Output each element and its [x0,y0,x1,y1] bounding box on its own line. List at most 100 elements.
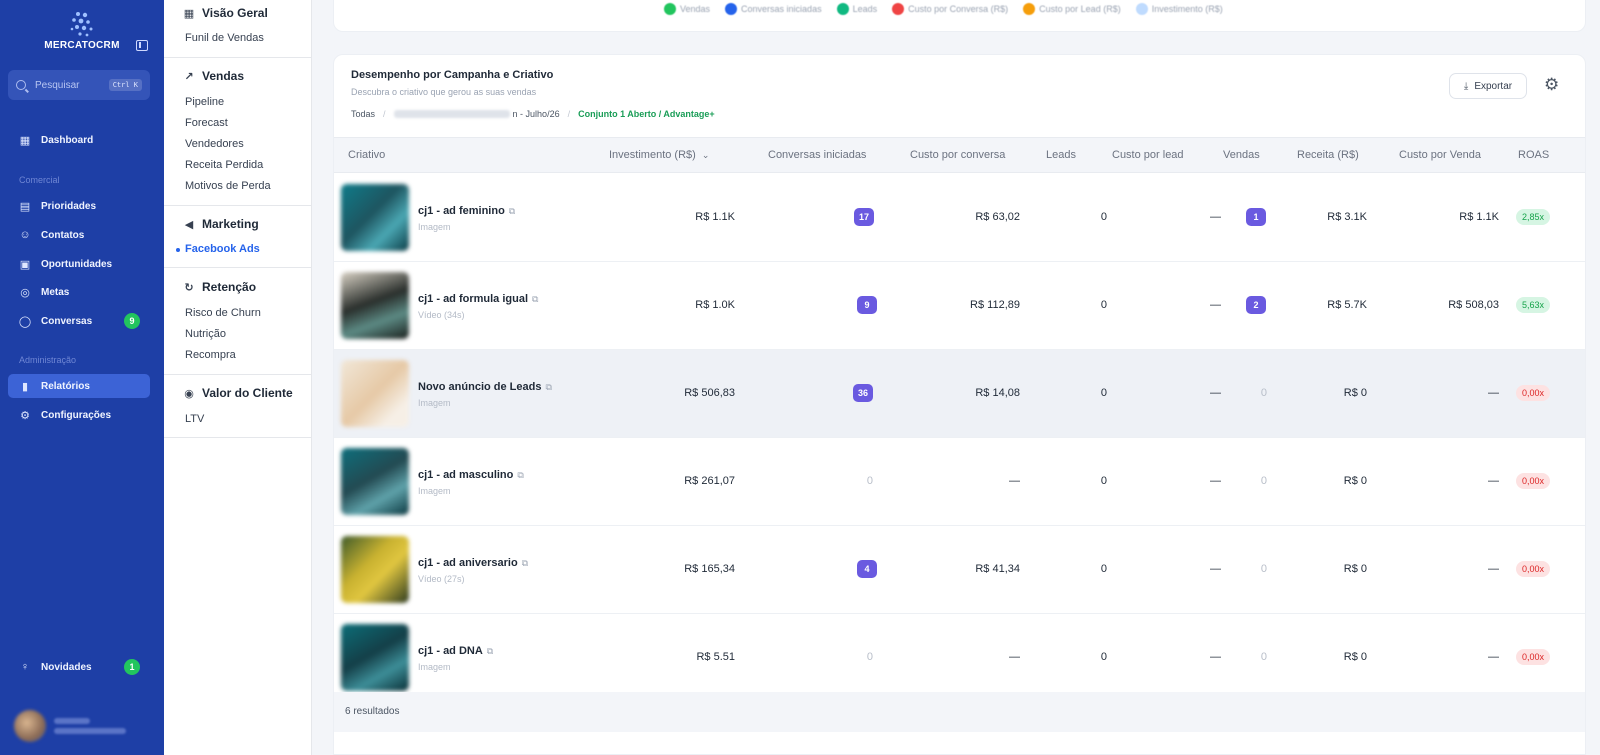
subnav-item-risco-churn[interactable]: Risco de Churn [185,307,261,319]
creative-thumbnail[interactable] [341,272,409,339]
breadcrumb-root[interactable]: Todas [351,109,375,119]
creative-name[interactable]: cj1 - ad masculino ⧉ [418,469,524,481]
breadcrumb-current: Conjunto 1 Aberto / Advantage+ [578,109,715,119]
subnav-item-motivos-perda[interactable]: Motivos de Perda [185,180,271,192]
creative-name[interactable]: cj1 - ad formula igual ⧉ [418,293,538,305]
legend-item-custo-lead[interactable]: Custo por Lead (R$) [1023,3,1121,15]
table-row[interactable]: cj1 - ad feminino ⧉ Imagem R$ 1.1K 17 R$ … [334,174,1585,262]
cell-custo-lead: — [1210,651,1221,663]
chevron-down-icon: ⌄ [701,150,710,160]
creative-name[interactable]: cj1 - ad aniversario ⧉ [418,557,528,569]
subnav-heading-label: Valor do Cliente [202,386,293,400]
vendas-pill: 1 [1246,208,1266,226]
creative-thumbnail[interactable] [341,624,409,691]
table-row[interactable]: cj1 - ad formula igual ⧉ Vídeo (34s) R$ 1… [334,262,1585,350]
column-header-leads[interactable]: Leads [1046,149,1076,161]
subnav-item-facebook-ads[interactable]: Facebook Ads [176,243,260,255]
cell-investimento: R$ 1.0K [695,299,735,311]
sidebar-collapse-icon[interactable] [136,40,148,51]
subnav-item-funil[interactable]: Funil de Vendas [185,32,264,44]
creative-thumbnail[interactable] [341,448,409,515]
creative-name[interactable]: cj1 - ad DNA ⧉ [418,645,493,657]
sidebar-item-label: Metas [41,286,70,298]
subnav-item-ltv[interactable]: LTV [185,413,204,425]
cell-custo-venda: — [1488,563,1499,575]
subnav-item-recompra[interactable]: Recompra [185,349,236,361]
cell-custo-conversa: — [1009,651,1020,663]
legend-item-custo-conversa[interactable]: Custo por Conversa (R$) [892,3,1008,15]
creative-name[interactable]: Novo anúncio de Leads ⧉ [418,381,552,393]
coins-icon: ◉ [184,387,194,400]
search-input[interactable]: Pesquisar Ctrl K [8,70,150,100]
roas-badge: 0,00x [1516,649,1551,665]
sidebar-item-dashboard[interactable]: ▦ Dashboard [8,128,150,152]
legend-item-investimento[interactable]: Investimento (R$) [1135,3,1223,15]
cell-receita: R$ 0 [1343,387,1367,399]
logo-mark-icon [70,12,93,37]
external-link-icon[interactable]: ⧉ [509,206,515,216]
subnav-item-receita-perdida[interactable]: Receita Perdida [185,159,263,171]
table-row[interactable]: cj1 - ad masculino ⧉ Imagem R$ 261,07 0 —… [334,438,1585,526]
table-row[interactable]: cj1 - ad DNA ⧉ Imagem R$ 5.51 0 — 0 — 0 R… [334,614,1585,702]
creative-type: Imagem [418,222,451,232]
refresh-icon: ↻ [184,281,194,294]
subnav-item-nutricao[interactable]: Nutrição [185,328,226,340]
external-link-icon[interactable]: ⧉ [545,382,551,392]
external-link-icon[interactable]: ⧉ [517,470,523,480]
sidebar-item-prioridades[interactable]: ▤ Prioridades [8,194,150,218]
legend-item-conversas[interactable]: Conversas iniciadas [725,3,822,15]
subnav-item-forecast[interactable]: Forecast [185,117,228,129]
external-link-icon[interactable]: ⧉ [522,558,528,568]
sidebar-item-metas[interactable]: ◎ Metas [8,280,150,304]
creative-thumbnail[interactable] [341,536,409,603]
creative-thumbnail[interactable] [341,184,409,251]
external-link-icon[interactable]: ⧉ [487,646,493,656]
column-header-custo-conversa[interactable]: Custo por conversa [910,149,1005,161]
creative-name[interactable]: cj1 - ad feminino ⧉ [418,205,515,217]
legend-item-leads[interactable]: Leads [836,3,877,15]
breadcrumb-campaign-blurred[interactable] [393,110,510,118]
external-link-icon[interactable]: ⧉ [532,294,538,304]
sidebar-item-conversas[interactable]: ◯ Conversas 9 [8,309,150,333]
legend-item-vendas[interactable]: Vendas [664,3,710,15]
cell-leads: 0 [1100,563,1107,575]
roas-badge: 5,63x [1516,297,1551,313]
search-icon [16,80,26,90]
breadcrumb-campaign-suffix[interactable]: n - Julho/26 [513,109,560,119]
cell-investimento: R$ 5.51 [696,651,735,663]
creative-thumbnail[interactable] [341,360,409,427]
cell-custo-venda: — [1488,651,1499,663]
target-icon: ◎ [20,286,30,299]
section-label-admin: Administração [19,355,77,365]
subnav-divider [164,57,312,58]
export-button[interactable]: ⤓ Exportar [1449,73,1527,99]
vendas-pill: 2 [1246,296,1266,314]
legend-swatch [892,3,905,15]
user-profile[interactable] [14,710,154,742]
sidebar-item-relatorios[interactable]: ▮ Relatórios [8,374,150,398]
column-header-conversas[interactable]: Conversas iniciadas [768,149,866,161]
sidebar-item-oportunidades[interactable]: ▣ Oportunidades [8,252,150,276]
sidebar-item-label: Conversas [41,315,93,327]
column-header-vendas[interactable]: Vendas [1223,149,1260,161]
column-header-roas[interactable]: ROAS [1518,149,1549,161]
subnav-item-pipeline[interactable]: Pipeline [185,96,224,108]
subnav-item-vendedores[interactable]: Vendedores [185,138,244,150]
creative-type: Vídeo (27s) [418,574,465,584]
column-header-criativo[interactable]: Criativo [348,149,385,161]
column-header-custo-venda[interactable]: Custo por Venda [1399,149,1481,161]
cell-leads: 0 [1100,211,1107,223]
sidebar-item-novidades[interactable]: ♀ Novidades 1 [8,655,150,679]
sidebar-item-configuracoes[interactable]: ⚙ Configurações [8,403,150,427]
subnav-heading-label: Retenção [202,280,257,294]
table-row[interactable]: cj1 - ad aniversario ⧉ Vídeo (27s) R$ 165… [334,526,1585,614]
column-header-investimento[interactable]: Investimento (R$) ⌄ [609,149,709,161]
sidebar-item-contatos[interactable]: ☺ Contatos [8,223,150,247]
column-header-receita[interactable]: Receita (R$) [1297,149,1359,161]
column-header-custo-lead[interactable]: Custo por lead [1112,149,1184,161]
table-row[interactable]: Novo anúncio de Leads ⧉ Imagem R$ 506,83 … [334,350,1585,438]
settings-gear-icon[interactable]: ⚙ [1544,75,1559,95]
conversas-pill: 4 [857,560,877,578]
creative-name-text: Novo anúncio de Leads [418,381,542,393]
conversas-pill: 9 [857,296,877,314]
